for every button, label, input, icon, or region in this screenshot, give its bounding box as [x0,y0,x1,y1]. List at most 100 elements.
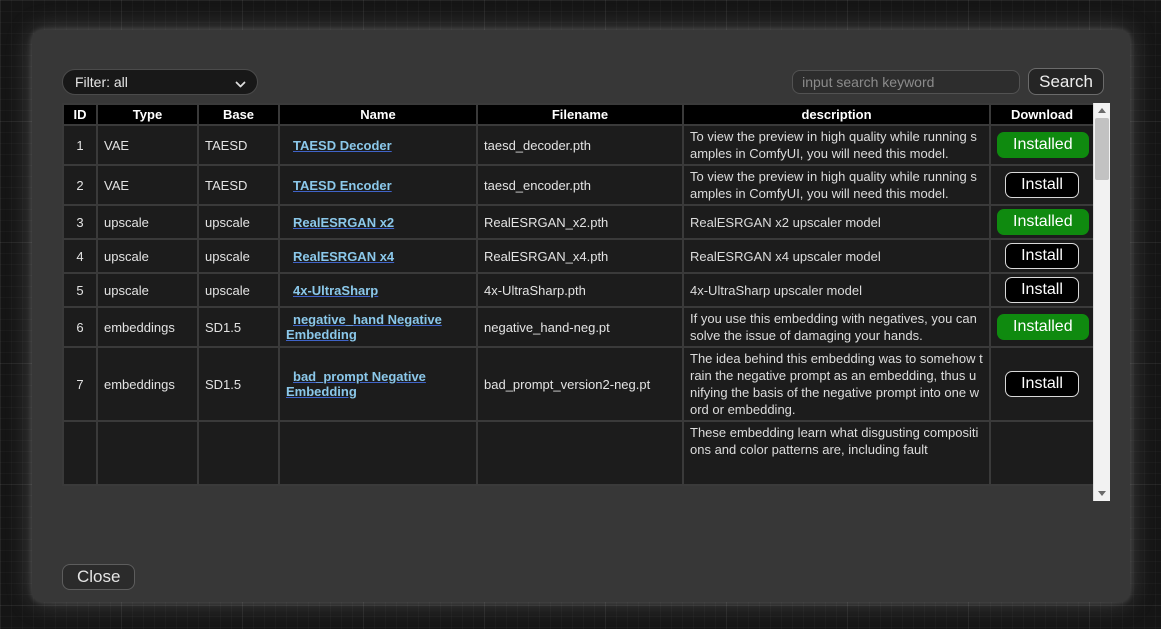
cell-base [198,421,279,485]
cell-description: If you use this embedding with negatives… [683,307,990,347]
installed-button[interactable]: Installed [997,132,1089,158]
table-row: 3upscaleupscaleRealESRGAN x2RealESRGAN_x… [63,205,1094,239]
cell-filename: 4x-UltraSharp.pth [477,273,683,307]
column-header: Download [990,104,1094,125]
table-row: 1VAETAESD TAESD Decoder taesd_decoder.pthT… [63,125,1094,165]
cell-download: Installed [990,307,1094,347]
dialog-toolbar: Filter: all Search [62,68,1104,95]
installed-button[interactable]: Installed [997,314,1089,340]
model-link[interactable]: TAESD Encoder [293,178,392,193]
cell-name: RealESRGAN x2 [279,205,477,239]
table-scrollbar[interactable] [1093,103,1110,501]
table-row: 4upscaleupscaleRealESRGAN x4RealESRGAN_x… [63,239,1094,273]
column-header: description [683,104,990,125]
cell-download: Installed [990,125,1094,165]
cell-name: 4x-UltraSharp [279,273,477,307]
column-header: ID [63,104,97,125]
cell-base: SD1.5 [198,307,279,347]
cell-type: upscale [97,273,198,307]
scroll-up-arrow[interactable] [1094,103,1110,118]
cell-description: RealESRGAN x4 upscaler model [683,239,990,273]
cell-base: upscale [198,273,279,307]
cell-description: RealESRGAN x2 upscaler model [683,205,990,239]
cell-id: 1 [63,125,97,165]
model-link[interactable]: TAESD Decoder [293,138,392,153]
cell-id [63,421,97,485]
triangle-up-icon [1098,108,1106,113]
table-row: 7embeddingsSD1.5bad_prompt Negative Embe… [63,347,1094,421]
cell-base: upscale [198,239,279,273]
cell-description: These embedding learn what disgusting co… [683,421,990,485]
filter-select-label: Filter: all [75,74,128,90]
install-button[interactable]: Install [1005,371,1079,397]
scroll-down-arrow[interactable] [1094,486,1110,501]
cell-id: 7 [63,347,97,421]
cell-download: Install [990,347,1094,421]
model-link[interactable]: bad_prompt Negative Embedding [286,369,426,399]
cell-type: embeddings [97,307,198,347]
cell-id: 4 [63,239,97,273]
model-install-dialog: Filter: all Search IDTypeBaseNameFilenam… [32,30,1130,602]
model-link[interactable]: RealESRGAN x2 [293,215,394,230]
cell-id: 2 [63,165,97,205]
chevron-down-icon [235,77,246,93]
table-row: 2VAETAESD TAESD Encoder taesd_encoder.pthT… [63,165,1094,205]
filter-select[interactable]: Filter: all [62,69,258,95]
cell-name: negative_hand Negative Embedding [279,307,477,347]
cell-id: 3 [63,205,97,239]
cell-filename: RealESRGAN_x2.pth [477,205,683,239]
cell-download: Install [990,165,1094,205]
cell-name: TAESD Encoder [279,165,477,205]
cell-id: 6 [63,307,97,347]
cell-base: upscale [198,205,279,239]
column-header: Base [198,104,279,125]
cell-name: TAESD Decoder [279,125,477,165]
table-row: 5upscaleupscale4x-UltraSharp4x-UltraShar… [63,273,1094,307]
cell-filename [477,421,683,485]
search-input[interactable] [792,70,1020,94]
cell-filename: RealESRGAN_x4.pth [477,239,683,273]
model-link[interactable]: RealESRGAN x4 [293,249,394,264]
table-header-row: IDTypeBaseNameFilenamedescriptionDownloa… [63,104,1094,125]
model-link[interactable]: negative_hand Negative Embedding [286,312,442,342]
cell-base: SD1.5 [198,347,279,421]
table-row: These embedding learn what disgusting co… [63,421,1094,485]
models-table-container: IDTypeBaseNameFilenamedescriptionDownloa… [62,103,1110,501]
install-button[interactable]: Install [1005,243,1079,269]
cell-name [279,421,477,485]
cell-type: VAE [97,125,198,165]
cell-type: upscale [97,239,198,273]
column-header: Name [279,104,477,125]
cell-description: The idea behind this embedding was to so… [683,347,990,421]
search-group: Search [792,68,1104,95]
table-row: 6embeddingsSD1.5negative_hand Negative E… [63,307,1094,347]
column-header: Type [97,104,198,125]
cell-filename: taesd_decoder.pth [477,125,683,165]
cell-base: TAESD [198,125,279,165]
cell-description: 4x-UltraSharp upscaler model [683,273,990,307]
installed-button[interactable]: Installed [997,209,1089,235]
install-button[interactable]: Install [1005,277,1079,303]
cell-download: Install [990,239,1094,273]
cell-name: bad_prompt Negative Embedding [279,347,477,421]
install-button[interactable]: Install [1005,172,1079,198]
models-table: IDTypeBaseNameFilenamedescriptionDownloa… [62,103,1095,486]
cell-download [990,421,1094,485]
column-header: Filename [477,104,683,125]
cell-description: To view the preview in high quality whil… [683,125,990,165]
cell-filename: bad_prompt_version2-neg.pt [477,347,683,421]
model-link[interactable]: 4x-UltraSharp [293,283,378,298]
cell-download: Installed [990,205,1094,239]
cell-filename: negative_hand-neg.pt [477,307,683,347]
cell-base: TAESD [198,165,279,205]
cell-type: VAE [97,165,198,205]
close-button[interactable]: Close [62,564,135,590]
cell-type: upscale [97,205,198,239]
cell-id: 5 [63,273,97,307]
cell-filename: taesd_encoder.pth [477,165,683,205]
cell-name: RealESRGAN x4 [279,239,477,273]
cell-description: To view the preview in high quality whil… [683,165,990,205]
search-button[interactable]: Search [1028,68,1104,95]
scrollbar-thumb[interactable] [1095,118,1109,180]
cell-download: Install [990,273,1094,307]
